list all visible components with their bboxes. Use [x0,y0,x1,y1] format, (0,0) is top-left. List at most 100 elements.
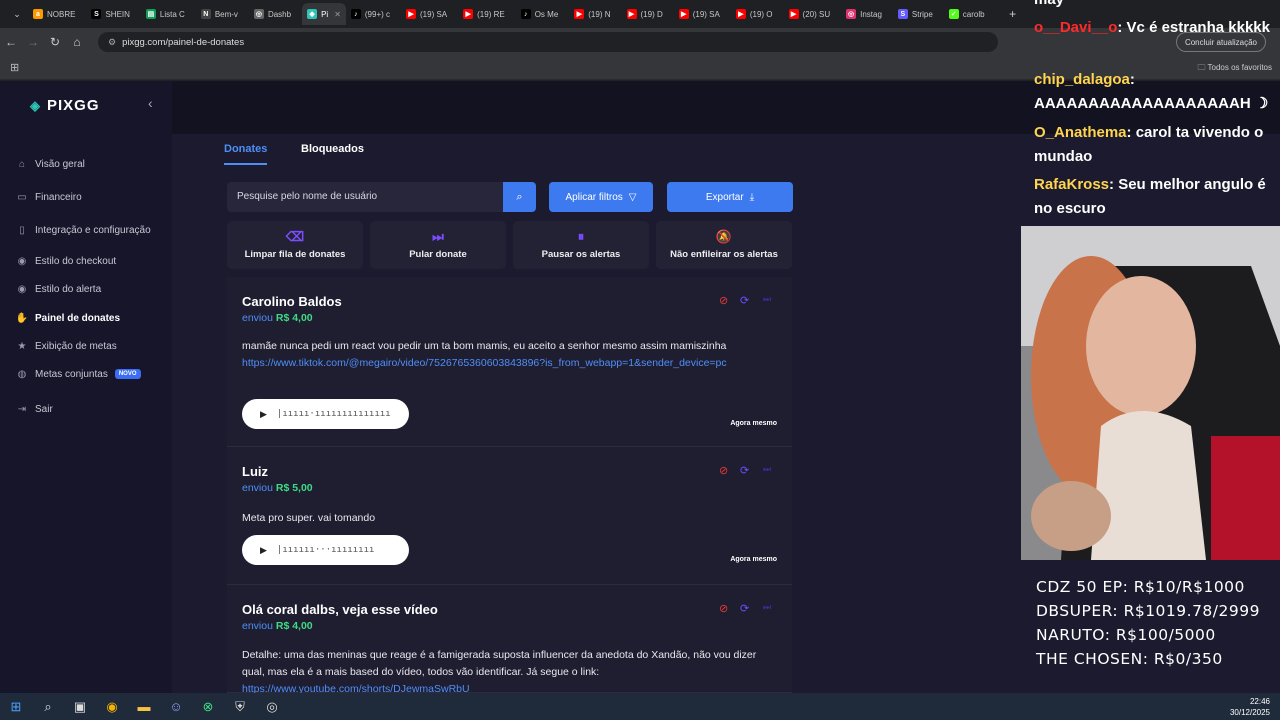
goal-line: NARUTO: R$100/5000 [1036,626,1216,644]
browser-tab[interactable]: S SHEIN [86,3,140,25]
chat-username: O_Anathema [1034,124,1127,141]
browser-tab[interactable]: ✓ carolb [944,3,996,25]
browser-tab[interactable]: ◎ Instag [841,3,893,25]
obs-icon[interactable]: ◎ [256,693,288,720]
shield-app-icon[interactable]: ⛨ [224,693,256,720]
skip-icon[interactable]: ⏭ [763,602,771,613]
sidebar-item-sair[interactable]: ⇥ Sair [16,403,53,415]
chat-username: chip_dalagoa [1034,71,1130,88]
chat-message: RafaKross: Seu melhor angulo é no escuro [1034,173,1278,221]
browser-tab[interactable]: ♪ (99+) c [346,3,401,25]
browser-tab[interactable]: ▶ (19) N [569,3,621,25]
replay-icon[interactable]: ⟳ [740,602,749,615]
browser-tab[interactable]: ▶ (20) SU [784,3,842,25]
donation-amount: R$ 5,00 [275,482,313,494]
search-button[interactable]: ⌕ [503,182,536,212]
skip-icon[interactable]: ⏭ [763,294,771,305]
replay-icon[interactable]: ⟳ [740,464,749,477]
tab-favicon-icon: a [33,9,43,19]
tab-close-icon[interactable]: ✕ [334,10,341,19]
sidebar-item-exibi-o-de-metas[interactable]: ★ Exibição de metas [16,340,117,352]
audio-player[interactable]: ▶ |ııııı·ıııııııııııııı [242,399,409,429]
donation-amount-line: enviou R$ 5,00 [242,482,313,494]
apply-filters-button[interactable]: Aplicar filtros ▽ [549,182,653,212]
browser-tab[interactable]: ▶ (19) SA [674,3,731,25]
export-button[interactable]: Exportar ⤓ [667,182,793,212]
donor-name: Olá coral dalbs, veja esse vídeo [242,602,438,617]
sidebar-item-estilo-do-alerta[interactable]: ◉ Estilo do alerta [16,283,102,295]
browser-tab[interactable]: ▤ Lista C [141,3,196,25]
home-button-icon[interactable]: ⌂ [66,35,88,49]
sidebar-item-metas-conjuntas[interactable]: ◍ Metas conjuntas NOVO [16,368,141,380]
action-pause[interactable]: ⏸ Pausar os alertas [513,221,649,269]
clock-date: 30/12/2025 [1229,708,1270,717]
apps-grid-icon[interactable]: ⊞ [10,61,19,74]
reload-icon[interactable]: ↻ [44,35,66,49]
browser-tab[interactable]: S Stripe [893,3,944,25]
browser-tab[interactable]: ▶ (19) D [622,3,674,25]
block-user-icon[interactable]: ⊘ [719,464,728,477]
audio-waveform[interactable]: |ııııı·ıııııııııııııı [277,409,391,419]
back-icon[interactable]: ← [0,35,22,49]
palette-icon: ◉ [17,255,27,267]
tab-favicon-icon: ▶ [678,9,689,19]
tab-favicon-icon: ▶ [788,9,799,19]
xbox-icon[interactable]: ⊗ [192,693,224,720]
browser-tab[interactable]: ▶ (19) SA [401,3,458,25]
browser-tab[interactable]: N Bem-v [196,3,249,25]
skip-icon[interactable]: ⏭ [763,464,771,475]
tab-donates[interactable]: Donates [224,143,268,165]
chrome-icon[interactable]: ◉ [96,693,128,720]
file-explorer-icon[interactable]: ▬ [128,693,160,720]
action-eraser[interactable]: ⌫ Limpar fila de donates [227,221,363,269]
chat-username: RafaKross [1034,176,1110,193]
tab-title: (99+) c [364,9,391,19]
forward-icon[interactable]: → [22,35,44,49]
new-tab-button[interactable]: + [1002,7,1024,21]
site-info-icon[interactable]: ⚙ [108,37,116,48]
block-user-icon[interactable]: ⊘ [719,294,728,307]
browser-tab[interactable]: ◆ Pi ✕ [302,3,346,25]
tab-search-icon[interactable]: ⌄ [6,9,28,20]
sidebar-item-financeiro[interactable]: ▭ Financeiro [16,191,81,203]
taskbar-search-icon[interactable]: ⌕ [32,693,64,720]
tab-favicon-icon: N [200,9,211,19]
audio-waveform[interactable]: |ıııııı···ıııııııı [277,545,375,555]
taskbar-clock[interactable]: 22:46 30/12/2025 [1230,696,1270,718]
tab-favicon-icon: ▶ [406,9,417,19]
audio-player[interactable]: ▶ |ıııııı···ıııııııı [242,535,409,565]
block-user-icon[interactable]: ⊘ [719,602,728,615]
play-icon[interactable]: ▶ [260,545,267,556]
sidebar-item-vis-o-geral[interactable]: ⌂ Visão geral [16,158,85,170]
stream-goals-overlay: CDZ 50 EP: R$10/R$1000 DBSUPER: R$1019.78… [1036,575,1260,671]
eraser-icon: ⌫ [285,229,305,244]
browser-tab[interactable]: ◎ Dashb [249,3,302,25]
action-bell-off[interactable]: 🔕 Não enfileirar os alertas [656,221,792,269]
browser-tab[interactable]: ▶ (19) RE [458,3,516,25]
browser-tab[interactable]: ▶ (19) O [731,3,784,25]
tab-bloqueados[interactable]: Bloqueados [301,143,364,155]
skip-icon: ⏭ [432,229,444,244]
sidebar-item-painel-de-donates[interactable]: ✋ Painel de donates [16,312,120,324]
collapse-sidebar-icon[interactable]: ‹ [148,95,153,111]
task-view-icon[interactable]: ▣ [64,693,96,720]
browser-tab[interactable]: ♪ Os Me [516,3,570,25]
play-icon[interactable]: ▶ [260,409,267,420]
browser-tab[interactable]: a NOBRE [28,3,86,25]
replay-icon[interactable]: ⟳ [740,294,749,307]
sidebar-item-label: Integração e configuração [35,224,151,236]
search-input[interactable]: Pesquise pelo nome de usuário [227,182,503,212]
url-field[interactable]: ⚙ pixgg.com/painel-de-donates [98,32,998,52]
discord-icon[interactable]: ☺ [160,693,192,720]
star-icon: ★ [17,340,27,352]
sidebar-item-estilo-do-checkout[interactable]: ◉ Estilo do checkout [16,255,117,267]
action-skip[interactable]: ⏭ Pular donate [370,221,506,269]
chat-username: o__Davi__o [1034,19,1118,36]
sidebar-item-integra-o-e-configura-o[interactable]: ▯ Integração e configuração [16,224,151,236]
message-link[interactable]: https://www.tiktok.com/@megairo/video/75… [242,355,777,372]
pixgg-logo[interactable]: ◈ PIXGG [30,97,100,114]
filter-icon: ▽ [628,191,637,203]
windows-start-icon[interactable]: ⊞ [0,693,32,720]
tab-title: Instag [860,9,882,19]
tab-title: NOBRE [47,9,76,19]
